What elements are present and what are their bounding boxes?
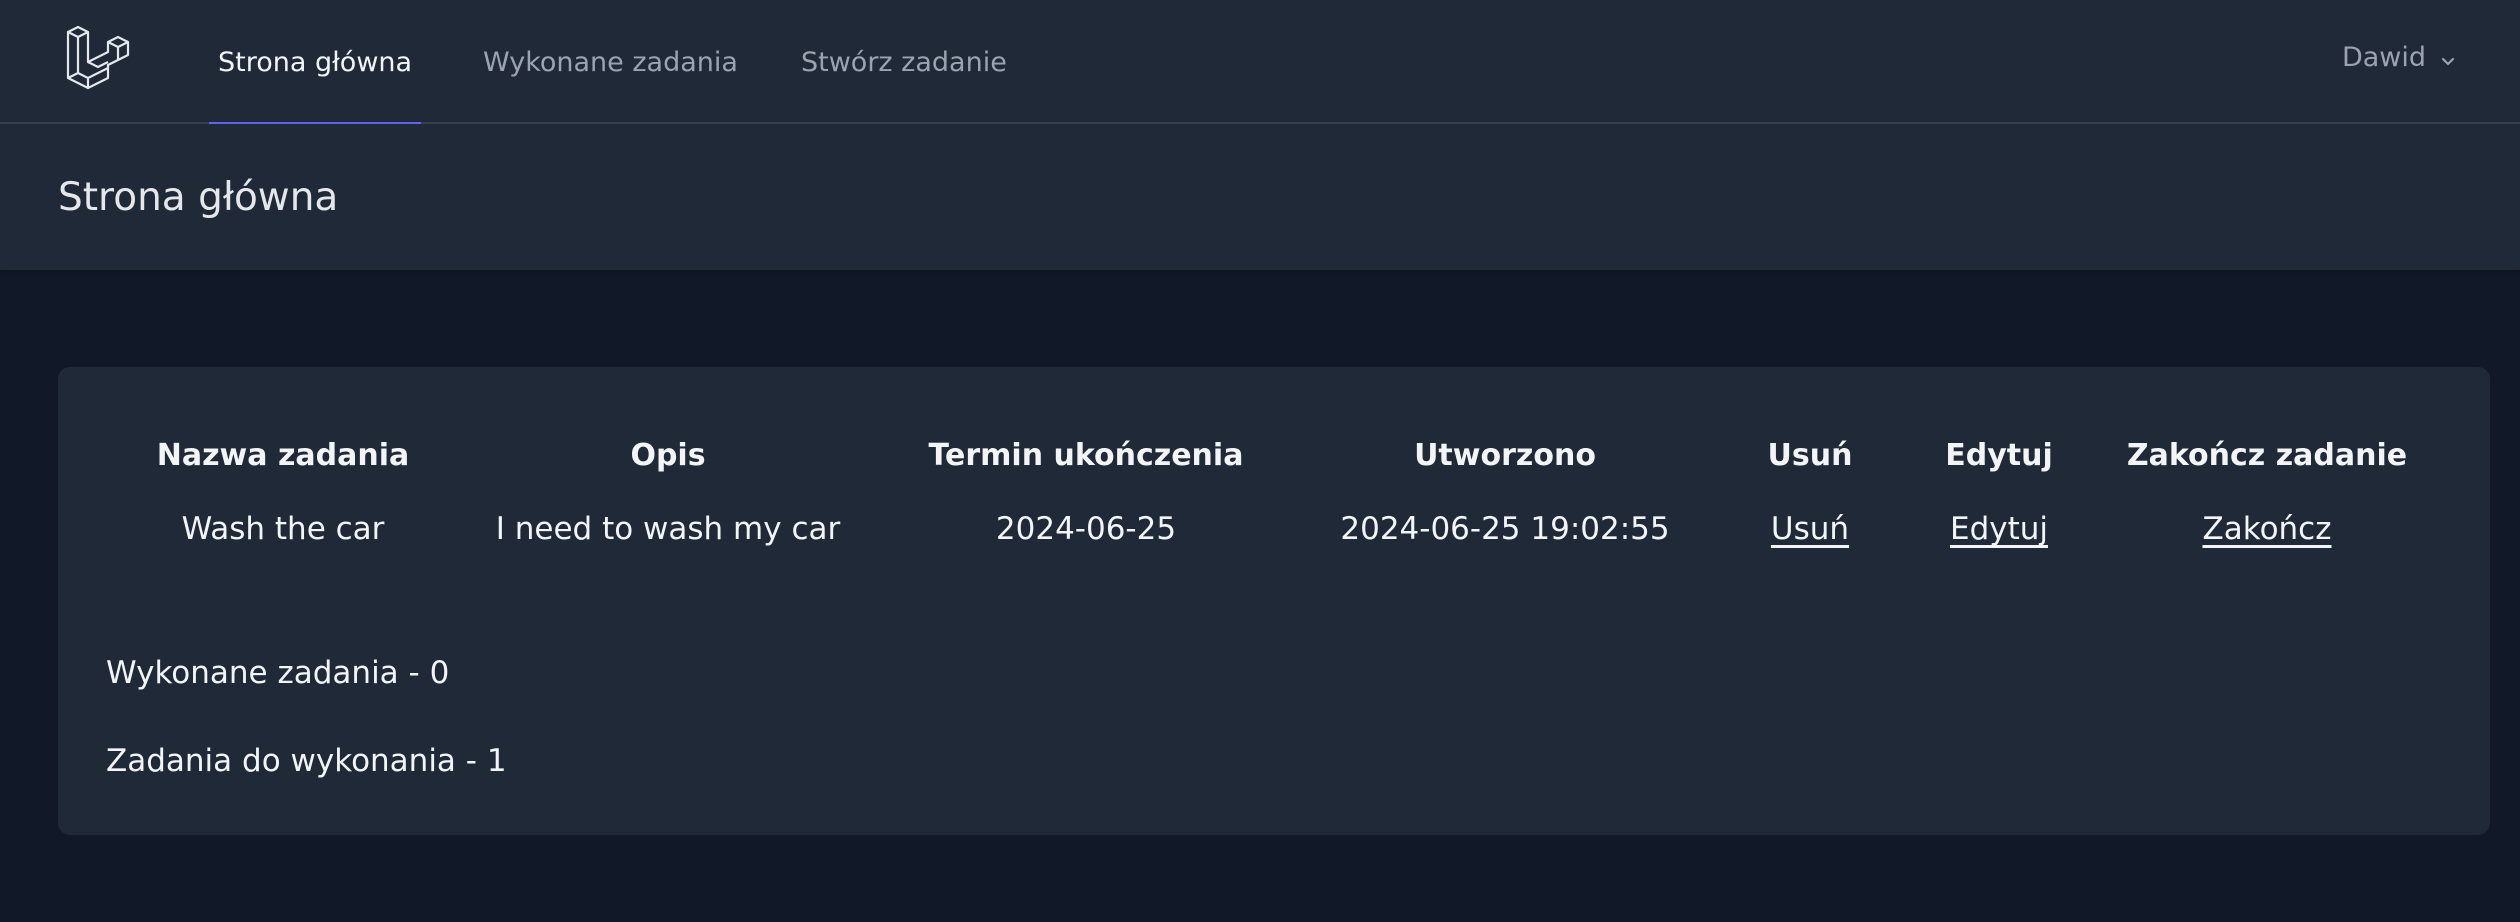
pending-tasks-count: Zadania do wykonania - 1: [106, 743, 507, 779]
top-navigation: Strona główna Wykonane zadania Stwórz za…: [0, 0, 2520, 126]
task-name: Wash the car: [181, 511, 385, 547]
column-header-created: Utworzono: [1414, 437, 1596, 473]
column-header-name: Nazwa zadania: [156, 437, 410, 473]
page-title: Strona główna: [58, 174, 339, 220]
table-header-row: Nazwa zadania Opis Termin ukończenia Utw…: [106, 423, 2442, 487]
column-header-description: Opis: [630, 437, 706, 473]
finish-link[interactable]: Zakończ: [2202, 511, 2331, 547]
column-header-deadline: Termin ukończenia: [928, 437, 1244, 473]
column-header-finish: Zakończ zadanie: [2126, 437, 2408, 473]
tasks-card: Nazwa zadania Opis Termin ukończenia Utw…: [58, 367, 2490, 835]
page-header: Strona główna: [0, 124, 2520, 270]
nav-link-create-task[interactable]: Stwórz zadanie: [801, 0, 1007, 124]
completed-tasks-count: Wykonane zadania - 0: [106, 655, 450, 691]
delete-link[interactable]: Usuń: [1771, 511, 1849, 547]
nav-link-completed-tasks[interactable]: Wykonane zadania: [483, 0, 738, 124]
laravel-logo-icon[interactable]: [62, 24, 130, 92]
column-header-delete: Usuń: [1767, 437, 1853, 473]
edit-link[interactable]: Edytuj: [1950, 511, 2048, 547]
user-dropdown[interactable]: Dawid: [2342, 0, 2458, 114]
delete-cell: Usuń: [1714, 487, 1906, 571]
nav-link-home[interactable]: Strona główna: [208, 0, 422, 126]
finish-cell: Zakończ: [2092, 487, 2442, 571]
tasks-table: Nazwa zadania Opis Termin ukończenia Utw…: [106, 423, 2442, 571]
table-row: Wash the car I need to wash my car 2024-…: [106, 487, 2442, 571]
chevron-down-icon: [2438, 47, 2458, 67]
column-header-edit: Edytuj: [1945, 437, 2053, 473]
task-description: I need to wash my car: [495, 511, 841, 547]
task-created: 2024-06-25 19:02:55: [1340, 511, 1670, 547]
user-name: Dawid: [2341, 41, 2426, 73]
task-deadline: 2024-06-25: [995, 511, 1177, 547]
edit-cell: Edytuj: [1906, 487, 2092, 571]
